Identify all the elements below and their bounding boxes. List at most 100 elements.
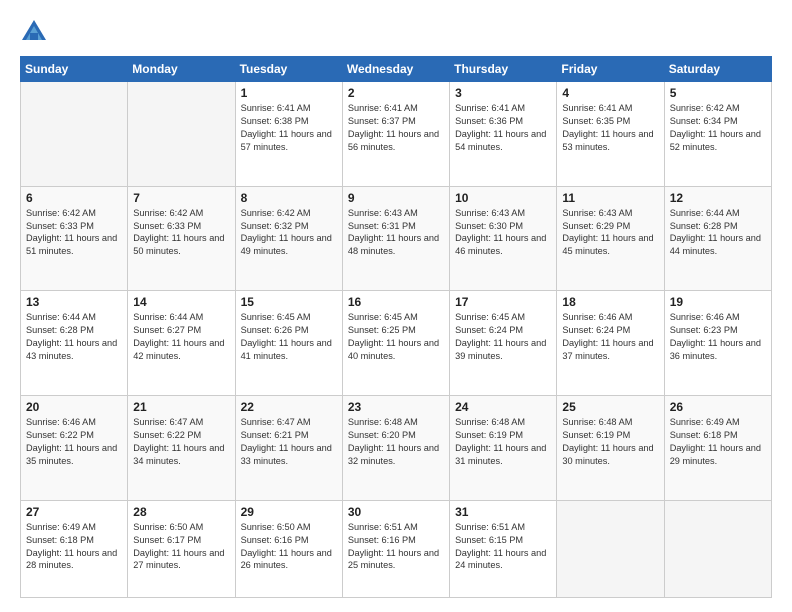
cell-info: Sunrise: 6:50 AMSunset: 6:16 PMDaylight:… — [241, 522, 332, 571]
calendar-cell — [21, 82, 128, 187]
calendar-cell — [128, 82, 235, 187]
weekday-header-sunday: Sunday — [21, 57, 128, 82]
day-number: 22 — [241, 400, 337, 414]
cell-info: Sunrise: 6:48 AMSunset: 6:19 PMDaylight:… — [455, 417, 546, 466]
day-number: 25 — [562, 400, 658, 414]
day-number: 14 — [133, 295, 229, 309]
day-number: 7 — [133, 191, 229, 205]
cell-info: Sunrise: 6:42 AMSunset: 6:34 PMDaylight:… — [670, 103, 761, 152]
calendar-cell: 31 Sunrise: 6:51 AMSunset: 6:15 PMDayligh… — [450, 500, 557, 597]
day-number: 26 — [670, 400, 766, 414]
day-number: 8 — [241, 191, 337, 205]
day-number: 13 — [26, 295, 122, 309]
header — [20, 18, 772, 46]
cell-info: Sunrise: 6:41 AMSunset: 6:38 PMDaylight:… — [241, 103, 332, 152]
cell-info: Sunrise: 6:43 AMSunset: 6:30 PMDaylight:… — [455, 208, 546, 257]
calendar-cell: 8Sunrise: 6:42 AMSunset: 6:32 PMDaylight… — [235, 186, 342, 291]
calendar-cell: 10 Sunrise: 6:43 AMSunset: 6:30 PMDayligh… — [450, 186, 557, 291]
day-number: 12 — [670, 191, 766, 205]
calendar-cell: 20 Sunrise: 6:46 AMSunset: 6:22 PMDayligh… — [21, 396, 128, 501]
calendar-week-4: 20 Sunrise: 6:46 AMSunset: 6:22 PMDayligh… — [21, 396, 772, 501]
day-number: 18 — [562, 295, 658, 309]
day-number: 29 — [241, 505, 337, 519]
calendar-cell: 17Sunrise: 6:45 AMSunset: 6:24 PMDayligh… — [450, 291, 557, 396]
cell-info: Sunrise: 6:48 AMSunset: 6:19 PMDaylight:… — [562, 417, 653, 466]
cell-info: Sunrise: 6:46 AMSunset: 6:24 PMDaylight:… — [562, 312, 653, 361]
calendar-cell: 2 Sunrise: 6:41 AMSunset: 6:37 PMDaylight… — [342, 82, 449, 187]
calendar-week-5: 27 Sunrise: 6:49 AMSunset: 6:18 PMDayligh… — [21, 500, 772, 597]
day-number: 11 — [562, 191, 658, 205]
calendar-cell: 19 Sunrise: 6:46 AMSunset: 6:23 PMDayligh… — [664, 291, 771, 396]
calendar-cell: 11 Sunrise: 6:43 AMSunset: 6:29 PMDayligh… — [557, 186, 664, 291]
day-number: 27 — [26, 505, 122, 519]
day-number: 23 — [348, 400, 444, 414]
day-number: 16 — [348, 295, 444, 309]
day-number: 4 — [562, 86, 658, 100]
day-number: 31 — [455, 505, 551, 519]
calendar-cell: 5 Sunrise: 6:42 AMSunset: 6:34 PMDaylight… — [664, 82, 771, 187]
day-number: 24 — [455, 400, 551, 414]
page: SundayMondayTuesdayWednesdayThursdayFrid… — [0, 0, 792, 612]
cell-info: Sunrise: 6:42 AMSunset: 6:33 PMDaylight:… — [26, 208, 117, 257]
day-number: 20 — [26, 400, 122, 414]
day-number: 10 — [455, 191, 551, 205]
day-number: 15 — [241, 295, 337, 309]
weekday-header-monday: Monday — [128, 57, 235, 82]
weekday-header-row: SundayMondayTuesdayWednesdayThursdayFrid… — [21, 57, 772, 82]
calendar-cell — [664, 500, 771, 597]
calendar-cell: 13 Sunrise: 6:44 AMSunset: 6:28 PMDayligh… — [21, 291, 128, 396]
calendar-cell: 21Sunrise: 6:47 AMSunset: 6:22 PMDayligh… — [128, 396, 235, 501]
calendar-week-1: 1 Sunrise: 6:41 AMSunset: 6:38 PMDaylight… — [21, 82, 772, 187]
logo-icon — [20, 18, 48, 46]
weekday-header-tuesday: Tuesday — [235, 57, 342, 82]
cell-info: Sunrise: 6:41 AMSunset: 6:37 PMDaylight:… — [348, 103, 439, 152]
cell-info: Sunrise: 6:51 AMSunset: 6:16 PMDaylight:… — [348, 522, 439, 571]
day-number: 28 — [133, 505, 229, 519]
cell-info: Sunrise: 6:45 AMSunset: 6:24 PMDaylight:… — [455, 312, 546, 361]
calendar-cell: 9 Sunrise: 6:43 AMSunset: 6:31 PMDaylight… — [342, 186, 449, 291]
cell-info: Sunrise: 6:47 AMSunset: 6:21 PMDaylight:… — [241, 417, 332, 466]
weekday-header-saturday: Saturday — [664, 57, 771, 82]
cell-info: Sunrise: 6:44 AMSunset: 6:28 PMDaylight:… — [26, 312, 117, 361]
calendar-cell: 30 Sunrise: 6:51 AMSunset: 6:16 PMDayligh… — [342, 500, 449, 597]
calendar-cell: 7 Sunrise: 6:42 AMSunset: 6:33 PMDaylight… — [128, 186, 235, 291]
calendar-cell: 1 Sunrise: 6:41 AMSunset: 6:38 PMDaylight… — [235, 82, 342, 187]
day-number: 9 — [348, 191, 444, 205]
calendar-cell: 15 Sunrise: 6:45 AMSunset: 6:26 PMDayligh… — [235, 291, 342, 396]
day-number: 30 — [348, 505, 444, 519]
cell-info: Sunrise: 6:46 AMSunset: 6:22 PMDaylight:… — [26, 417, 117, 466]
cell-info: Sunrise: 6:46 AMSunset: 6:23 PMDaylight:… — [670, 312, 761, 361]
cell-info: Sunrise: 6:43 AMSunset: 6:31 PMDaylight:… — [348, 208, 439, 257]
calendar-cell: 22 Sunrise: 6:47 AMSunset: 6:21 PMDayligh… — [235, 396, 342, 501]
cell-info: Sunrise: 6:42 AMSunset: 6:33 PMDaylight:… — [133, 208, 224, 257]
calendar-cell: 16 Sunrise: 6:45 AMSunset: 6:25 PMDayligh… — [342, 291, 449, 396]
cell-info: Sunrise: 6:48 AMSunset: 6:20 PMDaylight:… — [348, 417, 439, 466]
calendar-cell: 27 Sunrise: 6:49 AMSunset: 6:18 PMDayligh… — [21, 500, 128, 597]
weekday-header-wednesday: Wednesday — [342, 57, 449, 82]
day-number: 2 — [348, 86, 444, 100]
cell-info: Sunrise: 6:49 AMSunset: 6:18 PMDaylight:… — [670, 417, 761, 466]
calendar-cell — [557, 500, 664, 597]
calendar-cell: 24 Sunrise: 6:48 AMSunset: 6:19 PMDayligh… — [450, 396, 557, 501]
calendar-cell: 25 Sunrise: 6:48 AMSunset: 6:19 PMDayligh… — [557, 396, 664, 501]
logo — [20, 18, 54, 46]
day-number: 1 — [241, 86, 337, 100]
day-number: 5 — [670, 86, 766, 100]
cell-info: Sunrise: 6:41 AMSunset: 6:35 PMDaylight:… — [562, 103, 653, 152]
calendar-table: SundayMondayTuesdayWednesdayThursdayFrid… — [20, 56, 772, 598]
calendar-cell: 3Sunrise: 6:41 AMSunset: 6:36 PMDaylight… — [450, 82, 557, 187]
cell-info: Sunrise: 6:51 AMSunset: 6:15 PMDaylight:… — [455, 522, 546, 571]
cell-info: Sunrise: 6:44 AMSunset: 6:28 PMDaylight:… — [670, 208, 761, 257]
calendar-cell: 18 Sunrise: 6:46 AMSunset: 6:24 PMDayligh… — [557, 291, 664, 396]
calendar-week-3: 13 Sunrise: 6:44 AMSunset: 6:28 PMDayligh… — [21, 291, 772, 396]
day-number: 21 — [133, 400, 229, 414]
cell-info: Sunrise: 6:45 AMSunset: 6:25 PMDaylight:… — [348, 312, 439, 361]
cell-info: Sunrise: 6:44 AMSunset: 6:27 PMDaylight:… — [133, 312, 224, 361]
cell-info: Sunrise: 6:49 AMSunset: 6:18 PMDaylight:… — [26, 522, 117, 571]
cell-info: Sunrise: 6:43 AMSunset: 6:29 PMDaylight:… — [562, 208, 653, 257]
cell-info: Sunrise: 6:50 AMSunset: 6:17 PMDaylight:… — [133, 522, 224, 571]
day-number: 19 — [670, 295, 766, 309]
weekday-header-thursday: Thursday — [450, 57, 557, 82]
cell-info: Sunrise: 6:45 AMSunset: 6:26 PMDaylight:… — [241, 312, 332, 361]
day-number: 3 — [455, 86, 551, 100]
